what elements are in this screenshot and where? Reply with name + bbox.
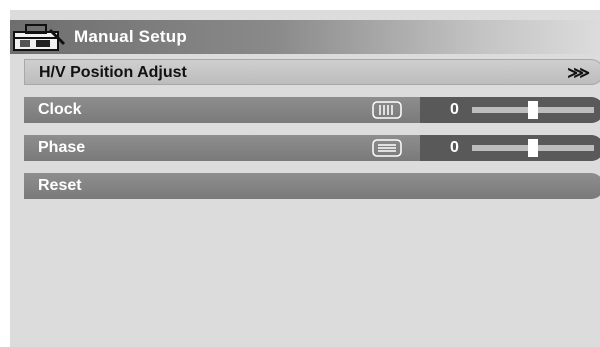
phase-value: 0 xyxy=(450,139,459,156)
clock-slider-panel: 0 xyxy=(420,97,600,123)
clock-adjust-icon xyxy=(372,101,402,119)
phase-adjust-icon xyxy=(372,139,402,157)
toolbox-icon xyxy=(13,24,66,51)
phase-slider-thumb[interactable] xyxy=(528,139,538,157)
menu-item-phase[interactable]: Phase 0 xyxy=(24,135,600,161)
triple-chevron-right-icon: ⋙ xyxy=(567,65,590,82)
clock-slider-thumb[interactable] xyxy=(528,101,538,119)
hv-position-label: H/V Position Adjust xyxy=(39,64,187,81)
reset-label: Reset xyxy=(38,177,82,194)
menu-item-clock[interactable]: Clock 0 xyxy=(24,97,600,123)
phase-slider-track[interactable] xyxy=(472,139,594,157)
phase-slider-panel: 0 xyxy=(420,135,600,161)
clock-value: 0 xyxy=(450,101,459,118)
clock-label: Clock xyxy=(38,101,82,118)
osd-screen: Manual Setup H/V Position Adjust ⋙ Clock… xyxy=(10,10,600,347)
clock-slider-track[interactable] xyxy=(472,101,594,119)
phase-label: Phase xyxy=(38,139,86,156)
page-title: Manual Setup xyxy=(74,27,187,46)
menu-item-hv-position[interactable]: H/V Position Adjust ⋙ xyxy=(24,59,600,85)
title-bar: Manual Setup xyxy=(10,20,600,54)
menu-item-reset[interactable]: Reset xyxy=(24,173,600,199)
